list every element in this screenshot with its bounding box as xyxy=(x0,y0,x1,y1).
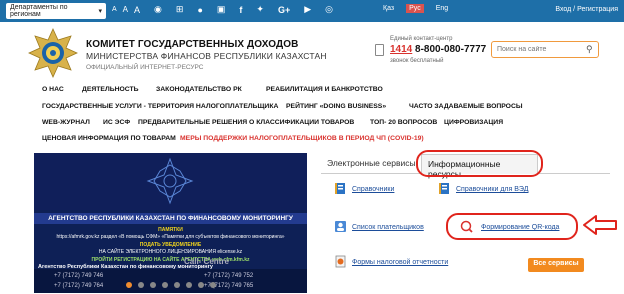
ministry-name: МИНИСТЕРСТВА ФИНАНСОВ РЕСПУБЛИКИ КАЗАХСТ… xyxy=(86,51,327,61)
slider-dot[interactable] xyxy=(197,282,204,288)
slider-dot[interactable] xyxy=(173,282,180,288)
nav-price-info[interactable]: ЦЕНОВАЯ ИНФОРМАЦИЯ ПО ТОВАРАМ xyxy=(42,135,176,142)
font-large-button[interactable]: A xyxy=(134,5,140,15)
short-number[interactable]: 1414 xyxy=(390,44,412,55)
apple-icon[interactable]: ● xyxy=(197,5,202,15)
banner-phone-1: +7 (7172) 749 746 xyxy=(54,273,104,279)
all-services-button[interactable]: Все сервисы xyxy=(528,258,584,272)
sitemap-icon[interactable]: ⊞ xyxy=(176,4,184,15)
nav-doing-business[interactable]: РЕЙТИНГ «DOING BUSINESS» xyxy=(286,103,386,110)
lang-eng[interactable]: Eng xyxy=(436,5,448,13)
department-select-label: Департаменты по регионам xyxy=(10,4,68,18)
nav-preliminary-decisions[interactable]: ПРЕДВАРИТЕЛЬНЫЕ РЕШЕНИЯ О КЛАССИФИКАЦИИ … xyxy=(138,119,354,126)
service-directories-ved[interactable]: Справочники для ВЭД xyxy=(456,186,528,193)
free-call-label: звонок бесплатный xyxy=(390,58,444,64)
search-icon[interactable]: ⚲ xyxy=(586,44,593,55)
nav-top20[interactable]: ТОП- 20 ВОПРОСОВ xyxy=(370,119,437,126)
banner-memo-link: https://afmrk.gov.kz раздел «В помощь СФ… xyxy=(56,234,285,240)
emblem-logo[interactable] xyxy=(28,28,78,78)
banner-license-line: НА САЙТЕ ЭЛЕКТРОННОГО ЛИЦЕНЗИРОВАНИЯ eli… xyxy=(98,249,243,255)
contact-center-label: Единый контакт-центр xyxy=(390,36,453,42)
official-resource-label: ОФИЦИАЛЬНЫЙ ИНТЕРНЕТ-РЕСУРС xyxy=(86,64,204,71)
slider-dots xyxy=(34,282,307,288)
twitter-icon[interactable]: ✦ xyxy=(256,4,264,15)
tax-forms-icon xyxy=(335,255,346,268)
nav-is-esf[interactable]: ИС ЭСФ xyxy=(103,119,130,126)
banner-notice-heading: ПОДАТЬ УВЕДОМЛЕНИЕ xyxy=(139,242,202,248)
top-bar: Департаменты по регионам ▾ A A A ◉ ⊞ ● ▣… xyxy=(0,0,624,22)
facebook-icon[interactable]: f xyxy=(239,5,242,15)
slider-dot[interactable] xyxy=(161,282,168,288)
banner-phone-2: +7 (7172) 749 752 xyxy=(204,273,254,279)
nav-web-journal[interactable]: WEB-ЖУРНАЛ xyxy=(42,119,90,126)
language-switcher: Қаз Рус Eng xyxy=(383,4,448,13)
banner-memo-heading: ПАМЯТКИ xyxy=(158,227,183,233)
banner-slider[interactable]: АГЕНТСТВО РЕСПУБЛИКИ КАЗАХСТАН ПО ФИНАНС… xyxy=(34,153,307,293)
service-directories[interactable]: Справочники xyxy=(352,186,394,193)
agency-emblem-icon xyxy=(146,157,194,205)
slider-dot[interactable] xyxy=(137,282,144,288)
eye-icon[interactable]: ◉ xyxy=(154,4,162,15)
service-payers-list[interactable]: Список плательщиков xyxy=(352,224,424,231)
nav-gov-services[interactable]: ГОСУДАРСТВЕННЫЕ УСЛУГИ - ТЕРРИТОРИЯ НАЛО… xyxy=(42,103,278,110)
nav-digitalization[interactable]: ЦИФРОВИЗАЦИЯ xyxy=(444,119,503,126)
service-tax-forms[interactable]: Формы налоговой отчетности xyxy=(352,259,448,266)
font-medium-button[interactable]: A xyxy=(123,5,128,14)
android-icon[interactable]: ▣ xyxy=(217,4,226,15)
slider-dot[interactable] xyxy=(149,282,156,288)
arrow-left-icon xyxy=(583,215,617,235)
search-input[interactable] xyxy=(491,41,599,58)
highlight-ring-qr xyxy=(446,213,578,240)
slider-dot[interactable] xyxy=(185,282,192,288)
google-plus-icon[interactable]: G+ xyxy=(278,5,290,15)
instagram-icon[interactable]: ◎ xyxy=(325,4,333,15)
highlight-ring-tab xyxy=(416,150,543,177)
nav-about[interactable]: О НАС xyxy=(42,86,64,93)
banner-register-line: ПРОЙТИ РЕГИСТРАЦИЮ НА САЙТЕ АГЕНТСТВА we… xyxy=(91,257,250,263)
phone-icon xyxy=(375,44,384,56)
contact-center-number: 1414 8-800-080-7777 xyxy=(390,44,486,55)
nav-faq[interactable]: ЧАСТО ЗАДАВАЕМЫЕ ВОПРОСЫ xyxy=(409,103,523,110)
lang-kaz[interactable]: Қаз xyxy=(383,5,394,13)
org-name: КОМИТЕТ ГОСУДАРСТВЕННЫХ ДОХОДОВ xyxy=(86,39,299,50)
toll-free-number: 8-800-080-7777 xyxy=(415,44,487,55)
nav-covid-measures[interactable]: МЕРЫ ПОДДЕРЖКИ НАЛОГОПЛАТЕЛЬЩИКОВ В ПЕРИ… xyxy=(180,135,424,142)
lang-rus[interactable]: Рус xyxy=(406,4,424,13)
login-link[interactable]: Вход / Регистрация xyxy=(555,6,618,13)
nav-legislation[interactable]: ЗАКОНОДАТЕЛЬСТВО РК xyxy=(156,86,242,93)
chevron-down-icon: ▾ xyxy=(98,8,102,15)
directory-ved-icon xyxy=(439,183,449,194)
youtube-icon[interactable]: ▶ xyxy=(304,4,311,15)
font-small-button[interactable]: A xyxy=(112,6,117,13)
department-select[interactable]: Департаменты по регионам ▾ xyxy=(6,3,106,19)
banner-title: АГЕНТСТВО РЕСПУБЛИКИ КАЗАХСТАН ПО ФИНАНС… xyxy=(34,213,307,224)
nav-activity[interactable]: ДЕЯТЕЛЬНОСТЬ xyxy=(82,86,139,93)
banner-call-centre: Call- Centre xyxy=(184,257,229,266)
nav-rehabilitation[interactable]: РЕАБИЛИТАЦИЯ И БАНКРОТСТВО xyxy=(266,86,383,93)
slider-dot[interactable] xyxy=(125,282,132,288)
tab-electronic-services[interactable]: Электронные сервисы xyxy=(327,158,416,168)
payers-list-icon xyxy=(335,221,346,232)
directory-icon xyxy=(335,183,345,194)
slider-dot[interactable] xyxy=(209,282,216,288)
accessibility-icons: A A A ◉ ⊞ ● ▣ f ✦ G+ ▶ ◎ xyxy=(112,4,333,15)
